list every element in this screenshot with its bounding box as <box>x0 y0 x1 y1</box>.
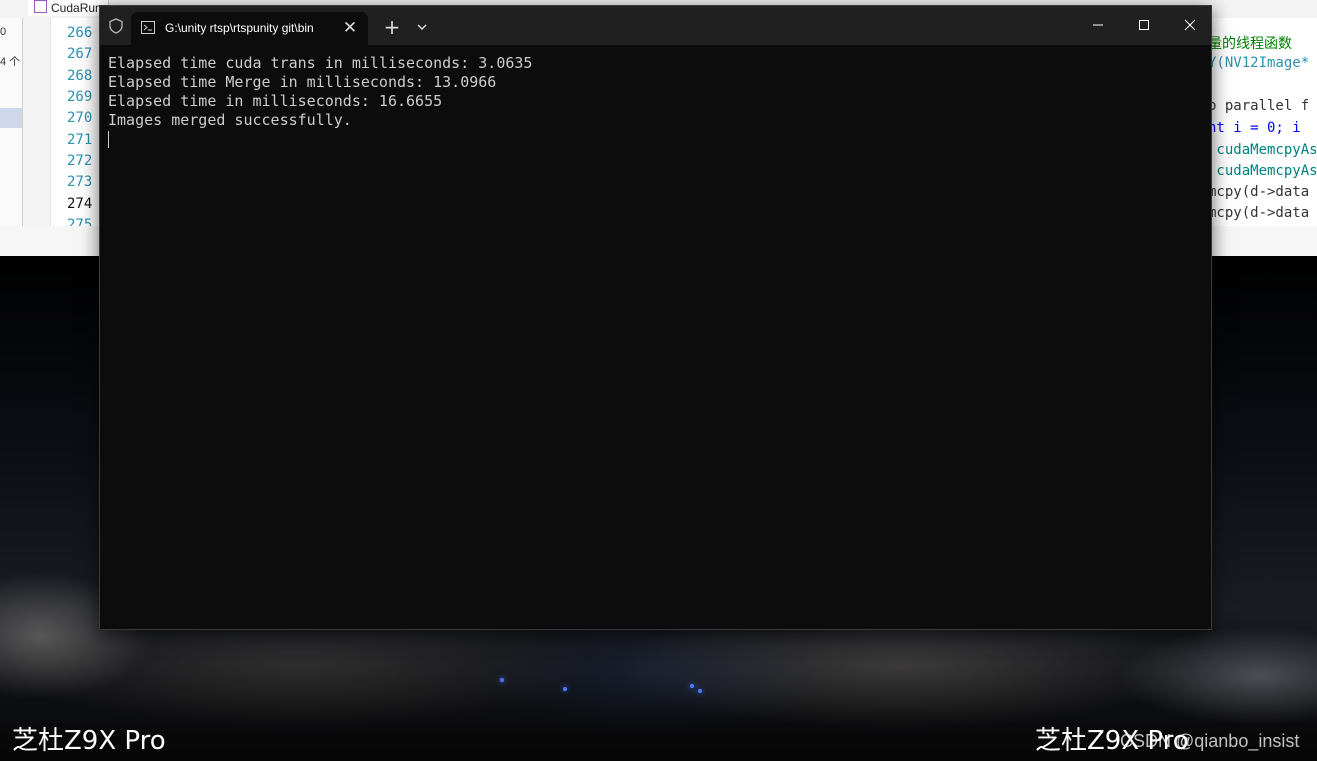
line-number: 271 <box>67 132 93 148</box>
text-cursor <box>108 131 109 148</box>
title-bar[interactable]: G:\unity rtsp\rtspunity git\bin ✕ + <box>100 6 1211 45</box>
line-number: 267 <box>67 46 93 62</box>
ide-file-tab-label: CudaRun <box>51 1 102 15</box>
shield-icon <box>109 18 123 34</box>
light-glow <box>690 684 694 688</box>
ide-side-label-1: 0 <box>0 26 7 38</box>
light-glow <box>500 678 504 682</box>
light-glow <box>563 687 567 691</box>
close-window-button[interactable] <box>1167 6 1213 45</box>
line-number: 266 <box>67 25 93 41</box>
code-line: p parallel f <box>1212 98 1310 114</box>
code-line: cudaMemcpyAs <box>1212 163 1317 179</box>
console-output[interactable]: Elapsed time cuda trans in milliseconds:… <box>108 54 1203 148</box>
chevron-down-icon[interactable] <box>410 15 434 39</box>
output-line: Elapsed time in milliseconds: 16.6655 <box>108 92 443 110</box>
watermark-text: CSDN @qianbo_insist <box>1120 731 1300 751</box>
code-line: cudaMemcpyAs <box>1212 142 1317 158</box>
tab-close-button[interactable]: ✕ <box>339 17 361 39</box>
terminal-tab[interactable]: G:\unity rtsp\rtspunity git\bin ✕ <box>131 12 368 45</box>
line-number: 268 <box>67 68 93 84</box>
code-line: 量的线程函数 <box>1212 36 1292 52</box>
line-number: 273 <box>67 174 93 190</box>
code-line: mcpy(d->data <box>1212 205 1310 221</box>
cpp-file-icon <box>34 0 47 13</box>
minimize-icon <box>1093 24 1103 26</box>
code-line: mcpy(d->data <box>1212 184 1310 200</box>
line-number: 275 <box>67 217 93 226</box>
ide-file-tab[interactable]: CudaRun <box>28 0 109 16</box>
ide-code-editor[interactable]: 量的线程函数 Y(NV12Image* p parallel f nt i = … <box>1212 18 1317 226</box>
output-line: Images merged successfully. <box>108 111 352 129</box>
maximize-button[interactable] <box>1121 6 1167 45</box>
tab-title: G:\unity rtsp\rtspunity git\bin <box>165 21 314 35</box>
close-icon <box>1184 19 1196 31</box>
new-tab-button[interactable]: + <box>380 15 404 39</box>
line-number: 269 <box>67 89 93 105</box>
line-number-current: 274 <box>67 196 93 212</box>
maximize-icon <box>1139 20 1149 30</box>
code-line: Y(NV12Image* <box>1212 55 1310 71</box>
line-number: 270 <box>67 110 93 126</box>
wallpaper-caption-left: 芝杜Z9X Pro <box>12 726 166 756</box>
ide-line-number-gutter: 266 267 268 269 270 271 272 273 274 275 <box>50 18 99 226</box>
output-line: Elapsed time cuda trans in milliseconds:… <box>108 54 533 72</box>
ide-side-panel: 0 4 个 <box>0 18 23 226</box>
line-number: 272 <box>67 153 93 169</box>
terminal-icon <box>141 21 155 34</box>
light-glow <box>698 689 702 693</box>
output-line: Elapsed time Merge in milliseconds: 13.0… <box>108 73 497 91</box>
ide-side-selection <box>0 108 22 128</box>
minimize-button[interactable] <box>1075 6 1121 45</box>
terminal-window[interactable]: G:\unity rtsp\rtspunity git\bin ✕ + Elap… <box>99 5 1212 630</box>
ide-side-label-2: 4 个 <box>0 56 21 68</box>
code-line: nt i = 0; i <box>1212 120 1301 136</box>
